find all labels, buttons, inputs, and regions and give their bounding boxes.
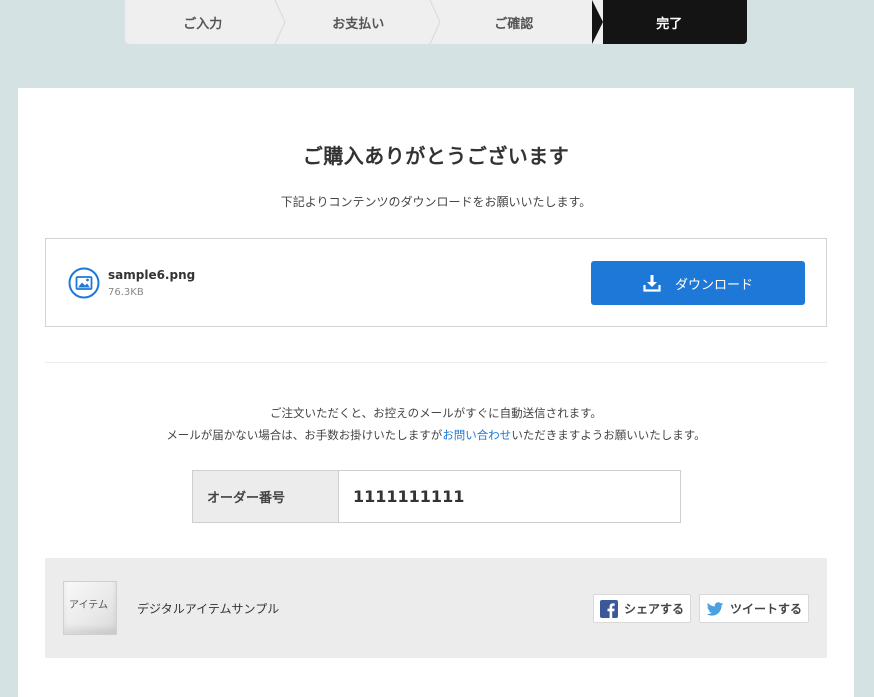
page-title: ご購入ありがとうございます	[302, 144, 570, 168]
share-button-label: シェアする	[624, 602, 685, 616]
notice-line-2: メールが届かない場合は、お手数お掛けいたしますがお問い合わせいただきますようお願…	[18, 424, 854, 446]
step-complete-label: 完了	[656, 16, 683, 32]
order-number-value: 1111111111	[353, 487, 465, 506]
step-payment: お支払い	[281, 0, 441, 44]
twitter-tweet-button[interactable]: ツイートする	[699, 594, 809, 623]
download-button-label: ダウンロード	[674, 277, 753, 293]
facebook-icon	[600, 599, 618, 618]
step-input-label: ご入力	[183, 16, 223, 32]
notice-line-2-after: いただきますようお願いいたします。	[511, 428, 706, 442]
product-thumbnail-label: アイテム	[69, 600, 108, 611]
notice-line-1: ご注文いただくと、お控えのメールがすぐに自動送信されます。	[270, 406, 602, 420]
step-payment-label: お支払い	[332, 16, 385, 32]
step-separator	[274, 0, 286, 44]
product-bar: アイテム デジタルアイテムサンプル シェアする ツイートする	[45, 558, 827, 658]
notice-line-2-before: メールが届かない場合は、お手数お掛けいたしますが	[166, 428, 443, 442]
file-size: 76.3KB	[108, 287, 144, 298]
step-complete: 完了	[591, 0, 747, 44]
order-number-label: オーダー番号	[193, 471, 339, 522]
step-confirm: ご確認	[436, 0, 592, 44]
step-confirm-label: ご確認	[494, 16, 534, 32]
page-subtitle: 下記よりコンテンツのダウンロードをお願いいたします。	[280, 195, 592, 209]
file-name: sample6.png	[108, 268, 196, 282]
image-icon	[68, 267, 100, 299]
contact-link[interactable]: お問い合わせ	[442, 428, 511, 442]
step-separator	[429, 0, 441, 44]
step-input: ご入力	[125, 0, 286, 44]
product-name[interactable]: デジタルアイテムサンプル	[137, 600, 279, 617]
completion-card: ご購入ありがとうございます 下記よりコンテンツのダウンロードをお願いいたします。…	[18, 88, 854, 697]
twitter-bird-icon	[706, 601, 724, 616]
download-file-box: sample6.png 76.3KB ダウンロード	[45, 238, 827, 327]
checkout-stepper: ご入力 お支払い ご確認 完了	[125, 0, 747, 44]
download-icon	[643, 275, 661, 292]
tweet-button-label: ツイートする	[730, 602, 803, 616]
section-divider	[45, 362, 827, 363]
facebook-share-button[interactable]: シェアする	[593, 594, 691, 623]
product-thumbnail[interactable]: アイテム	[63, 581, 117, 635]
email-notice: ご注文いただくと、お控えのメールがすぐに自動送信されます。 メールが届かない場合…	[18, 402, 854, 446]
download-button[interactable]: ダウンロード	[591, 261, 805, 305]
order-number-table: オーダー番号 1111111111	[192, 470, 681, 523]
